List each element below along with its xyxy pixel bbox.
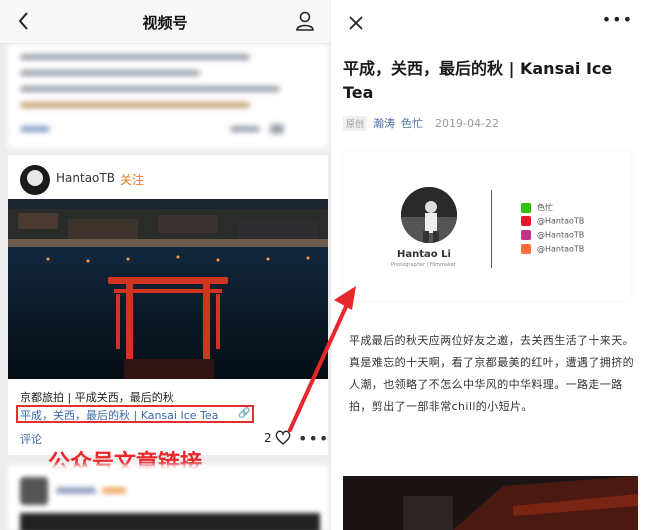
publish-date: 2019-04-22 xyxy=(435,117,499,130)
social-instagram: @HantaoTB xyxy=(521,230,584,240)
more-options-icon[interactable]: ••• xyxy=(602,10,633,29)
article-link[interactable]: 平成，关西，最后的秋 | Kansai Ice Tea xyxy=(20,407,218,423)
close-icon[interactable] xyxy=(347,14,365,32)
author-avatar[interactable] xyxy=(20,165,50,195)
card-divider xyxy=(491,190,492,268)
link-icon: 🔗 xyxy=(238,408,251,419)
channels-feed-screen: 视频号 HantaoTB 关注 京都旅拍 | 平成关西，最后的秋 平成，关西，最… xyxy=(0,0,330,530)
follow-button[interactable]: 关注 xyxy=(120,171,144,188)
more-options-icon[interactable]: ••• xyxy=(298,429,329,448)
like-count: 2 xyxy=(264,431,272,445)
social-wechat: 色忙 xyxy=(521,202,553,213)
card-author-subtitle: Photographer | Filmmaker xyxy=(391,262,456,268)
blurred-previous-post xyxy=(8,44,328,148)
article-body: 平成最后的秋天应两位好友之邀，去关西生活了十来天。真是难忘的十天啊，看了京都最美… xyxy=(349,334,634,413)
comment-button[interactable]: 评论 xyxy=(20,431,42,447)
rednote-icon xyxy=(521,244,531,254)
author-intro-card: Hantao Li Photographer | Filmmaker 色忙 @H… xyxy=(343,152,631,300)
article-screen: ••• 平成，关西，最后的秋 | Kansai Ice Tea 原创 瀚涛 色忙 20… xyxy=(330,0,653,530)
wechat-icon xyxy=(521,202,531,213)
post-caption: 京都旅拍 | 平成关西，最后的秋 xyxy=(20,391,174,404)
article-meta: 原创 瀚涛 色忙 2019-04-22 xyxy=(343,115,499,131)
user-profile-icon[interactable] xyxy=(294,10,316,32)
screenshot-root: 视频号 HantaoTB 关注 京都旅拍 | 平成关西，最后的秋 平成，关西，最… xyxy=(0,0,653,530)
channels-nav-bar: 视频号 xyxy=(0,0,330,44)
original-tag: 原创 xyxy=(343,116,368,131)
author-name[interactable]: HantaoTB xyxy=(56,171,115,185)
card-author-name: Hantao Li xyxy=(397,249,451,260)
social-weibo: @HantaoTB xyxy=(521,216,584,226)
torii-gate-video-thumbnail[interactable] xyxy=(8,199,328,379)
author-portrait xyxy=(401,187,457,243)
weibo-icon xyxy=(521,216,531,226)
blurred-next-post xyxy=(8,465,328,530)
social-rednote: @HantaoTB xyxy=(521,244,584,254)
channels-title: 视频号 xyxy=(142,14,188,32)
article-title: 平成，关西，最后的秋 | Kansai Ice Tea xyxy=(343,59,613,102)
author-link[interactable]: 瀚涛 xyxy=(373,117,395,130)
account-link[interactable]: 色忙 xyxy=(401,117,423,130)
article-image xyxy=(343,476,638,530)
video-post-card: HantaoTB 关注 京都旅拍 | 平成关西，最后的秋 平成，关西，最后的秋 … xyxy=(8,155,328,455)
instagram-icon xyxy=(521,230,531,240)
heart-icon[interactable] xyxy=(275,430,291,445)
